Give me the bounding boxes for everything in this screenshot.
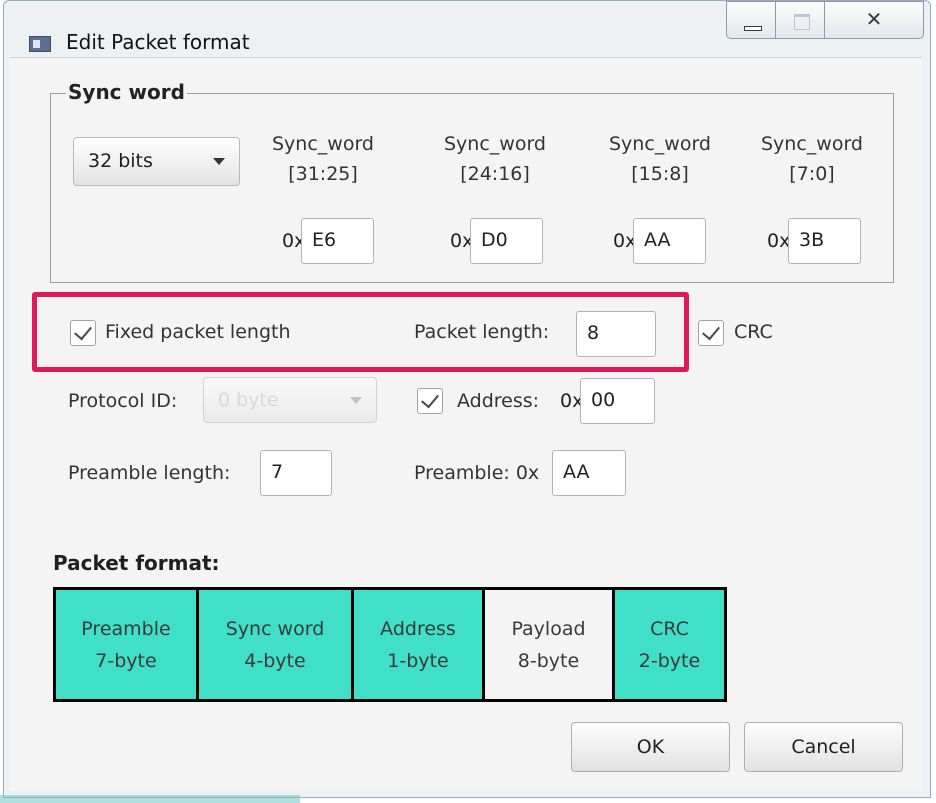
checkmark-icon — [74, 321, 92, 341]
checkmark-icon — [421, 389, 439, 409]
segment-size: 2-byte — [638, 649, 701, 672]
app-window-icon — [29, 36, 51, 52]
sync-bits-dropdown[interactable]: 32 bits — [73, 137, 240, 186]
segment-payload: Payload 8-byte — [485, 590, 615, 699]
preamble-length-label: Preamble length: — [68, 462, 231, 484]
sync-bits-value: 32 bits — [88, 150, 153, 172]
title-bar[interactable]: Edit Packet format ✕ — [4, 1, 930, 57]
segment-sync-word: Sync word 4-byte — [199, 590, 354, 699]
protocol-id-value: 0 byte — [218, 389, 279, 411]
chevron-down-icon — [350, 397, 362, 404]
segment-crc: CRC 2-byte — [615, 590, 724, 699]
sync-word-15-8-label: Sync_word [15:8] — [609, 133, 711, 185]
window-title: Edit Packet format — [66, 30, 250, 54]
sync-word-31-25-input[interactable]: E6 — [301, 218, 374, 264]
segment-size: 7-byte — [95, 649, 157, 672]
background-window-strip — [0, 795, 300, 803]
preamble-length-input[interactable]: 7 — [260, 450, 332, 496]
address-input[interactable]: 00 — [580, 378, 655, 424]
close-button[interactable]: ✕ — [824, 1, 924, 39]
maximize-button[interactable] — [775, 1, 825, 39]
segment-name: Address — [380, 617, 456, 640]
hex-prefix: 0x — [767, 230, 791, 252]
crc-label: CRC — [734, 321, 773, 343]
segment-size: 4-byte — [244, 649, 306, 672]
packet-format-title: Packet format: — [53, 551, 220, 575]
segment-preamble: Preamble 7-byte — [56, 590, 199, 699]
packet-length-input[interactable]: 8 — [576, 311, 656, 357]
fixed-length-label: Fixed packet length — [105, 321, 291, 343]
sync-word-15-8-input[interactable]: AA — [633, 218, 706, 264]
sync-word-7-0-label: Sync_word [7:0] — [761, 133, 863, 185]
ok-button[interactable]: OK — [571, 722, 730, 772]
fixed-length-checkbox[interactable] — [70, 320, 96, 346]
address-label: Address: — [457, 390, 540, 412]
segment-size: 8-byte — [517, 649, 580, 672]
sync-word-24-16-label: Sync_word [24:16] — [444, 133, 546, 185]
packet-length-label: Packet length: — [414, 321, 550, 343]
segment-address: Address 1-byte — [354, 590, 485, 699]
minimize-button[interactable] — [726, 1, 776, 39]
dialog-window: Edit Packet format ✕ Sync word 32 bits S… — [3, 0, 931, 798]
segment-name: CRC — [650, 617, 689, 640]
cancel-button[interactable]: Cancel — [744, 722, 903, 772]
checkmark-icon — [702, 321, 720, 341]
protocol-id-label: Protocol ID: — [68, 390, 178, 412]
sync-word-24-16-input[interactable]: D0 — [470, 218, 543, 264]
segment-name: Payload — [511, 617, 586, 640]
chevron-down-icon — [213, 158, 225, 165]
segment-size: 1-byte — [387, 649, 449, 672]
sync-word-7-0-input[interactable]: 3B — [788, 218, 861, 264]
crc-checkbox[interactable] — [698, 320, 724, 346]
packet-format-diagram: Preamble 7-byte Sync word 4-byte Address… — [53, 587, 727, 702]
segment-name: Sync word — [225, 617, 325, 640]
address-checkbox[interactable] — [417, 388, 443, 414]
sync-word-legend: Sync word — [66, 80, 187, 104]
close-icon: ✕ — [865, 7, 883, 31]
preamble-label: Preamble: 0x — [414, 462, 540, 484]
dialog-content: Sync word 32 bits Sync_word [31:25] 0x E… — [10, 57, 922, 791]
segment-name: Preamble — [81, 617, 171, 640]
protocol-id-dropdown: 0 byte — [203, 377, 377, 423]
sync-word-31-25-label: Sync_word [31:25] — [272, 133, 374, 185]
preamble-input[interactable]: AA — [552, 450, 626, 496]
